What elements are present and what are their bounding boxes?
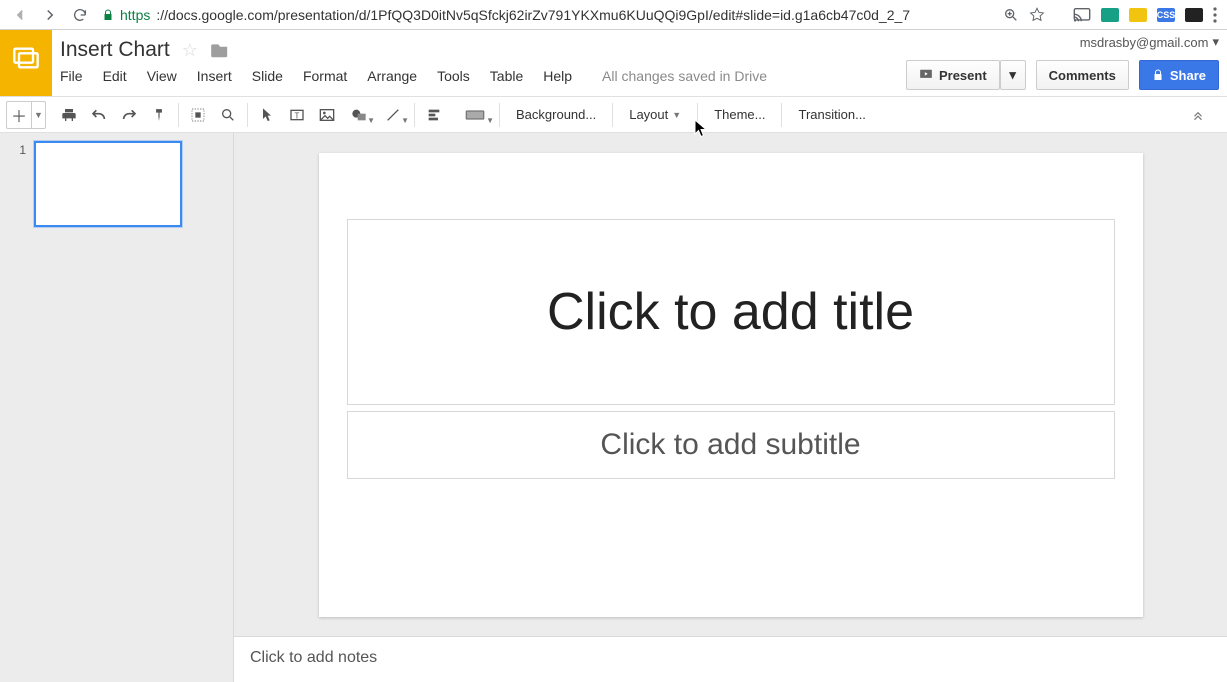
thumbnail-row: 1	[16, 141, 217, 227]
menu-insert[interactable]: Insert	[197, 68, 232, 84]
layout-label: Layout	[629, 107, 668, 122]
cast-icon[interactable]	[1073, 8, 1091, 22]
redo-button[interactable]	[114, 101, 144, 129]
browser-right-icons: CSS	[1003, 7, 1221, 23]
extension-3-icon[interactable]	[1185, 8, 1203, 22]
menu-table[interactable]: Table	[490, 68, 523, 84]
menu-help[interactable]: Help	[543, 68, 572, 84]
play-icon	[919, 68, 933, 82]
reload-button[interactable]	[66, 3, 94, 27]
slide-canvas[interactable]: Click to add title Click to add subtitle	[319, 153, 1143, 617]
present-button[interactable]: Present	[906, 60, 1000, 90]
slides-logo[interactable]	[0, 30, 52, 96]
menu-edit[interactable]: Edit	[103, 68, 127, 84]
background-button[interactable]: Background...	[504, 101, 608, 129]
chrome-menu-icon[interactable]	[1213, 7, 1217, 23]
account-email-text: msdrasby@gmail.com	[1080, 35, 1209, 50]
menu-file[interactable]: File	[60, 68, 83, 84]
star-document-icon[interactable]: ☆	[182, 40, 198, 61]
shape-tool[interactable]: ▼	[342, 101, 376, 129]
zoom-button[interactable]	[213, 101, 243, 129]
fit-button[interactable]	[183, 101, 213, 129]
input-tool[interactable]: ▼	[455, 101, 495, 129]
css-extension-icon[interactable]: CSS	[1157, 8, 1175, 22]
subtitle-placeholder-text: Click to add subtitle	[600, 428, 860, 462]
collapse-toolbar-button[interactable]	[1183, 101, 1213, 129]
menu-view[interactable]: View	[147, 68, 177, 84]
textbox-tool[interactable]: T	[282, 101, 312, 129]
back-button[interactable]	[6, 3, 34, 27]
document-title[interactable]: Insert Chart	[60, 38, 170, 62]
select-tool[interactable]	[252, 101, 282, 129]
chevron-down-icon: ▼	[672, 110, 681, 120]
title-placeholder[interactable]: Click to add title	[347, 219, 1115, 405]
url-protocol: https	[120, 7, 150, 23]
undo-button[interactable]	[84, 101, 114, 129]
layout-button[interactable]: Layout ▼	[617, 101, 693, 129]
comments-button[interactable]: Comments	[1036, 60, 1129, 90]
menu-slide[interactable]: Slide	[252, 68, 283, 84]
workspace: 1 Click to add title Click to add subtit…	[0, 133, 1227, 682]
move-folder-icon[interactable]	[210, 42, 230, 58]
title-placeholder-text: Click to add title	[547, 282, 914, 342]
background-label: Background...	[516, 107, 596, 122]
image-tool[interactable]	[312, 101, 342, 129]
line-tool[interactable]: ▼	[376, 101, 410, 129]
chevron-down-icon: ▾	[1212, 34, 1219, 50]
theme-label: Theme...	[714, 107, 765, 122]
print-button[interactable]	[54, 101, 84, 129]
menu-tools[interactable]: Tools	[437, 68, 470, 84]
account-email[interactable]: msdrasby@gmail.com ▾	[1080, 34, 1219, 50]
forward-button[interactable]	[36, 3, 64, 27]
present-dropdown[interactable]: ▾	[1000, 60, 1026, 90]
slide-thumbnail-1[interactable]	[34, 141, 182, 227]
present-label: Present	[939, 68, 987, 83]
thumbnail-index: 1	[16, 141, 26, 227]
speaker-notes[interactable]: Click to add notes	[234, 636, 1227, 682]
transition-label: Transition...	[798, 107, 865, 122]
menu-format[interactable]: Format	[303, 68, 347, 84]
comments-label: Comments	[1049, 68, 1116, 83]
present-button-group: Present ▾	[906, 60, 1026, 90]
canvas-scroll[interactable]: Click to add title Click to add subtitle	[234, 133, 1227, 636]
share-label: Share	[1170, 68, 1206, 83]
menu-arrange[interactable]: Arrange	[367, 68, 417, 84]
theme-button[interactable]: Theme...	[702, 101, 777, 129]
share-button[interactable]: Share	[1139, 60, 1219, 90]
align-tool[interactable]	[419, 101, 449, 129]
new-slide-dropdown[interactable]: ▼	[32, 101, 46, 129]
app-header: Insert Chart ☆ File Edit View Insert Sli…	[0, 30, 1227, 96]
transition-button[interactable]: Transition...	[786, 101, 877, 129]
paint-format-button[interactable]	[144, 101, 174, 129]
lock-icon	[1152, 68, 1164, 82]
speaker-notes-placeholder: Click to add notes	[250, 649, 377, 666]
canvas-area: Click to add title Click to add subtitle…	[234, 133, 1227, 682]
extension-2-icon[interactable]	[1129, 8, 1147, 22]
address-bar[interactable]: https ://docs.google.com/presentation/d/…	[96, 3, 1001, 27]
subtitle-placeholder[interactable]: Click to add subtitle	[347, 411, 1115, 479]
svg-text:T: T	[295, 111, 300, 120]
url-text: ://docs.google.com/presentation/d/1PfQQ3…	[156, 7, 910, 23]
zoom-icon[interactable]	[1003, 7, 1019, 23]
new-slide-button[interactable]: ＋	[6, 101, 32, 129]
browser-toolbar: https ://docs.google.com/presentation/d/…	[0, 0, 1227, 30]
save-status: All changes saved in Drive	[602, 68, 767, 84]
star-icon[interactable]	[1029, 7, 1045, 23]
lock-icon	[102, 8, 114, 22]
toolbar: ＋ ▼ T ▼ ▼ ▼ Background... Layout ▼ Theme.…	[0, 96, 1227, 133]
slide-thumbnail-panel[interactable]: 1	[0, 133, 234, 682]
extension-1-icon[interactable]	[1101, 8, 1119, 22]
